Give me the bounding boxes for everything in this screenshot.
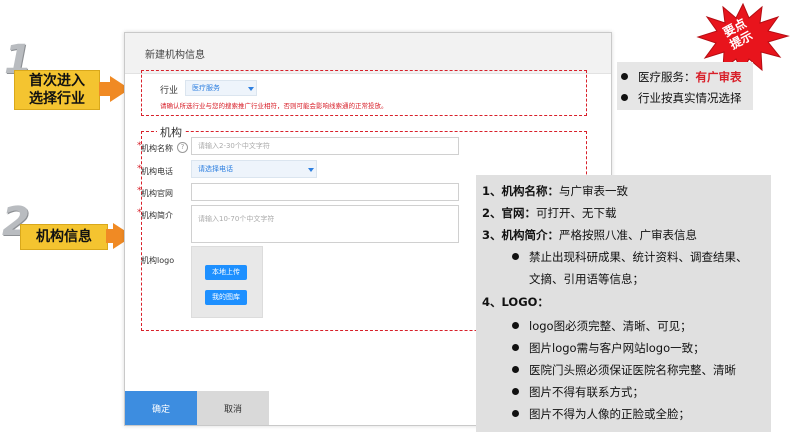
org-name-label: 机构名称 <box>141 144 173 153</box>
note-line-1-highlight: 有广审表 <box>695 70 742 84</box>
rule-text: 图片logo需与客户网站logo一致； <box>529 341 705 355</box>
help-icon[interactable]: ? <box>177 142 188 153</box>
rule-text: 图片不得有联系方式； <box>529 385 644 399</box>
cancel-label: 取消 <box>223 404 242 415</box>
org-phone-label: 机构电话 <box>141 167 173 176</box>
logo-rule-4: 图片不得有联系方式； <box>512 384 644 400</box>
note-line-2-text: 行业按真实情况选择 <box>638 91 742 105</box>
my-images-button[interactable]: 我的图库 <box>205 290 247 305</box>
dialog-title: 新建机构信息 <box>145 50 205 61</box>
org-intro-label: 机构简介 <box>141 211 173 220</box>
cancel-button[interactable]: 取消 <box>197 391 269 425</box>
item-number: 3、 <box>482 228 502 242</box>
item-number: 1、 <box>482 184 502 198</box>
step-label-select-industry: 首次进入 选择行业 <box>14 70 100 110</box>
bullet-icon <box>512 344 519 351</box>
item-title: 官网： <box>501 206 537 220</box>
confirm-label: 确定 <box>151 404 170 415</box>
note-item-1: 1、机构名称：与广审表一致 <box>482 183 628 199</box>
org-phone-value: 请选择电话 <box>198 165 233 173</box>
chevron-down-icon <box>308 168 314 172</box>
org-section-title: 机构 <box>157 124 185 140</box>
industry-label: 行业 <box>160 86 179 96</box>
item-number: 2、 <box>482 206 502 220</box>
bullet-icon <box>512 253 519 260</box>
org-intro-placeholder: 请输入10-70个中文字符 <box>198 215 275 223</box>
note-item-2: 2、官网：可打开、无下载 <box>482 205 617 221</box>
bullet-icon <box>512 366 519 373</box>
sub-text: 禁止出现科研成果、统计资料、调查结果、 <box>529 250 748 264</box>
logo-upload-area <box>191 246 263 318</box>
logo-rule-3: 医院门头照必须保证医院名称完整、清晰 <box>512 362 736 378</box>
step-label-org-info: 机构信息 <box>20 224 108 250</box>
note-line-2: 行业按真实情况选择 <box>621 90 742 106</box>
org-name-placeholder: 请输入2-30个中文字符 <box>198 142 270 150</box>
note-item-3-sub-1: 禁止出现科研成果、统计资料、调查结果、 <box>512 249 748 265</box>
org-website-label: 机构官网 <box>141 189 173 198</box>
note-item-3: 3、机构简介：严格按照八准、广审表信息 <box>482 227 697 243</box>
rule-text: 图片不得为人像的正脸或全脸； <box>529 407 690 421</box>
item-text: 严格按照八准、广审表信息 <box>559 228 698 242</box>
org-logo-label: 机构logo <box>141 256 175 265</box>
bullet-icon <box>512 410 519 417</box>
industry-note: 医疗服务：有广审表 行业按真实情况选择 <box>617 62 753 110</box>
org-name-input[interactable]: 请输入2-30个中文字符 <box>191 137 459 155</box>
confirm-button[interactable]: 确定 <box>125 391 197 425</box>
item-title: LOGO： <box>501 295 549 309</box>
logo-rule-2: 图片logo需与客户网站logo一致； <box>512 340 705 356</box>
bullet-icon <box>512 388 519 395</box>
item-text: 可打开、无下载 <box>536 206 617 220</box>
note-line-1-prefix: 医疗服务： <box>638 70 696 84</box>
note-item-4: 4、LOGO： <box>482 294 549 310</box>
step-label-text: 机构信息 <box>36 229 92 245</box>
industry-warning: 请确认所选行业与您的搜索推广行业相符，否则可能会影响线索通的正常投放。 <box>160 102 388 110</box>
org-phone-select[interactable]: 请选择电话 <box>191 160 317 178</box>
bullet-icon <box>621 73 628 80</box>
sub-text: 文摘、引用语等信息； <box>529 272 644 286</box>
org-intro-textarea[interactable]: 请输入10-70个中文字符 <box>191 205 459 243</box>
industry-select[interactable]: 医疗服务 <box>185 80 257 96</box>
chevron-down-icon <box>248 87 254 91</box>
item-title: 机构简介： <box>501 228 560 242</box>
industry-select-value: 医疗服务 <box>192 84 220 92</box>
rule-text: logo图必须完整、清晰、可见； <box>529 319 692 333</box>
item-title: 机构名称： <box>501 184 560 198</box>
note-item-3-sub-2: 文摘、引用语等信息； <box>529 271 644 287</box>
item-text: 与广审表一致 <box>559 184 629 198</box>
logo-rule-1: logo图必须完整、清晰、可见； <box>512 318 692 334</box>
local-upload-button[interactable]: 本地上传 <box>205 265 247 280</box>
bullet-icon <box>621 94 628 101</box>
bullet-icon <box>512 322 519 329</box>
logo-rule-5: 图片不得为人像的正脸或全脸； <box>512 406 690 422</box>
org-website-input[interactable] <box>191 183 459 201</box>
dialog-header: 新建机构信息 <box>125 33 611 74</box>
rule-text: 医院门头照必须保证医院名称完整、清晰 <box>529 363 736 377</box>
org-info-note: 1、机构名称：与广审表一致 2、官网：可打开、无下载 3、机构简介：严格按照八准… <box>476 175 771 432</box>
item-number: 4、 <box>482 295 502 309</box>
step-label-text: 首次进入 选择行业 <box>29 73 85 107</box>
note-line-1: 医疗服务：有广审表 <box>621 69 742 85</box>
